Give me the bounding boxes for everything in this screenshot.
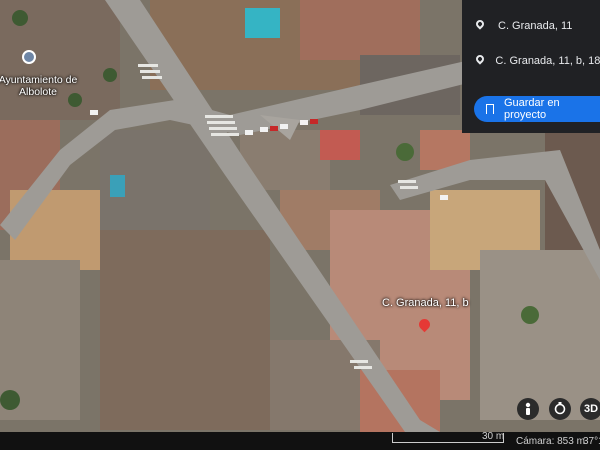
place-address-row[interactable]: C. Granada, 11, b, 18220 A xyxy=(462,45,600,77)
save-to-project-label: Guardar en proyecto xyxy=(503,97,560,121)
bookmark-icon xyxy=(486,104,494,114)
scale-label: 30 m xyxy=(482,431,505,442)
rotate-icon[interactable] xyxy=(549,398,571,420)
view-3d-button[interactable]: 3D xyxy=(580,398,600,420)
coordinates: 37°1 xyxy=(583,436,600,447)
location-pin-icon xyxy=(474,55,483,67)
status-bar: 30 m Cámara: 853 m 37°1 xyxy=(0,431,600,450)
save-to-project-button[interactable]: Guardar en proyecto xyxy=(474,96,600,122)
person-icon[interactable] xyxy=(517,398,539,420)
place-label[interactable]: C. Granada, 11, b xyxy=(382,297,469,309)
place-title-row[interactable]: C. Granada, 11 xyxy=(462,10,600,42)
place-panel: C. Granada, 11 C. Granada, 11, b, 18220 … xyxy=(462,0,600,133)
place-address: C. Granada, 11, b, 18220 A xyxy=(495,55,600,67)
place-title: C. Granada, 11 xyxy=(498,20,573,32)
city-hall-icon[interactable] xyxy=(22,50,36,64)
poi-label[interactable]: Ayuntamiento de Albolote xyxy=(0,74,78,98)
location-pin-icon xyxy=(474,20,486,32)
camera-altitude: Cámara: 853 m xyxy=(516,436,585,447)
